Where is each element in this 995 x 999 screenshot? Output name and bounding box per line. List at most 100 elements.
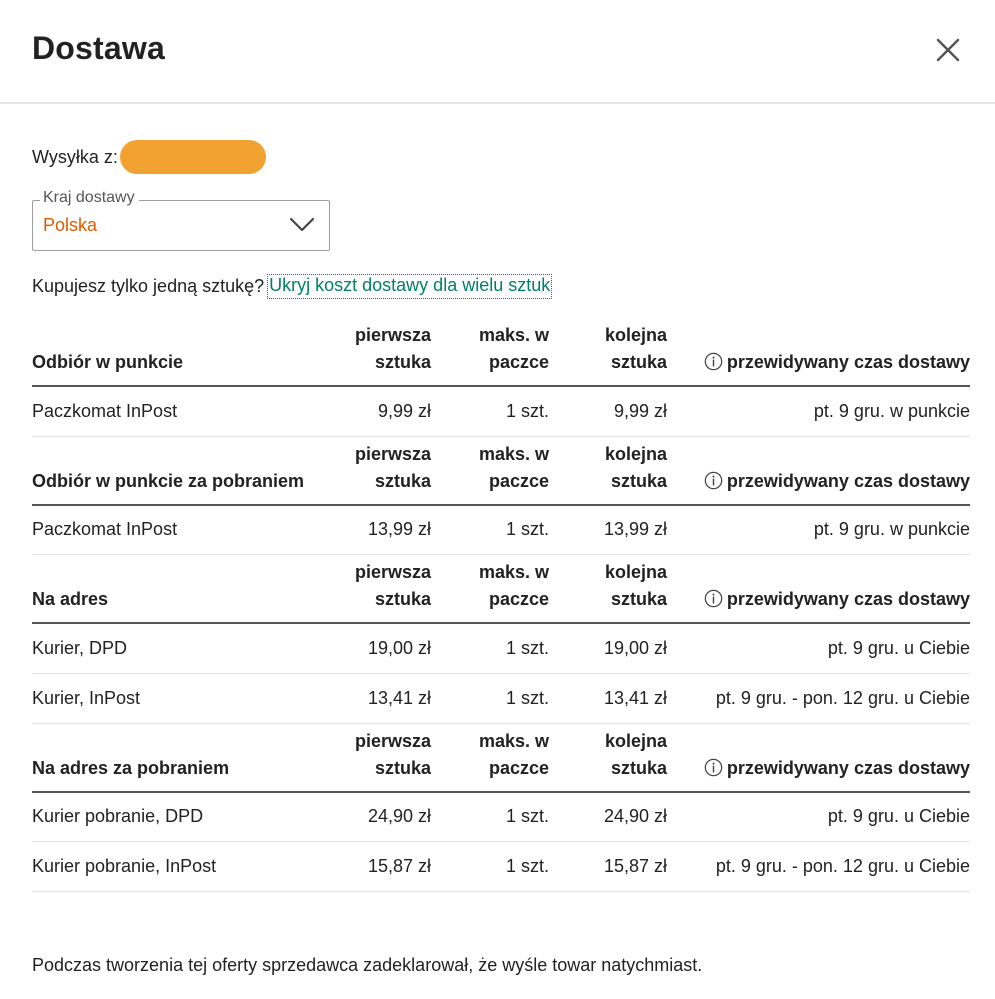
delivery-group: Odbiór w punkcie pierwsza sztuka maks. w pac… — [32, 318, 970, 437]
col-first-item-line2: sztuka — [374, 352, 431, 372]
table-row: Kurier pobranie, DPD 24,90 zł 1 szt. 24,90 … — [32, 791, 970, 842]
col-delivery-time-label: przewidywany czas dostawy — [726, 470, 970, 491]
multi-items-question: Kupujesz tylko jedną sztukę? — [32, 276, 265, 296]
col-max-pack-line2: paczce — [488, 589, 549, 609]
estimated-delivery: pt. 9 gru. w punkcie — [667, 386, 970, 437]
country-select-value: Polska — [43, 215, 98, 235]
col-max-pack-line2: paczce — [488, 757, 549, 778]
table-row: Paczkomat InPost 9,99 zł 1 szt. 9,99 zł pt. … — [32, 386, 970, 437]
group-title: Na adres za pobraniem — [32, 723, 342, 793]
max-per-package: 1 szt. — [431, 504, 549, 555]
estimated-delivery: pt. 9 gru. u Ciebie — [667, 791, 970, 842]
country-select-legend: Kraj dostawy — [40, 187, 139, 209]
next-item-price: 13,41 zł — [549, 673, 667, 724]
col-first-item: pierwsza sztuka — [342, 436, 431, 506]
group-header-row: Na adres pierwsza sztuka maks. w paczce kolej… — [32, 554, 970, 624]
estimated-delivery: pt. 9 gru. w punkcie — [667, 504, 970, 555]
col-next-item-line2: sztuka — [610, 757, 667, 778]
col-delivery-time: przewidywany czas dostawy — [667, 436, 970, 506]
footer-note: Podczas tworzenia tej oferty sprzedawca … — [32, 955, 703, 975]
col-max-pack: maks. w paczce — [431, 318, 549, 387]
group-header-row: Na adres za pobraniem pierwsza sztuka maks.… — [32, 723, 970, 793]
group-header-row: Odbiór w punkcie za pobraniem pierwsza szt… — [32, 436, 970, 506]
max-per-package: 1 szt. — [431, 791, 549, 842]
delivery-group: Na adres pierwsza sztuka maks. w paczce kolej… — [32, 554, 970, 724]
shipping-from: Wysyłka z: — [32, 140, 266, 174]
col-first-item: pierwsza sztuka — [342, 554, 431, 624]
col-max-pack-line2: paczce — [488, 352, 549, 372]
delivery-time-info[interactable] — [704, 352, 727, 372]
delivery-time-info[interactable] — [704, 758, 727, 778]
col-delivery-time-label: przewidywany czas dostawy — [726, 352, 970, 372]
carrier-name: Kurier, DPD — [32, 623, 342, 674]
col-max-pack-line1: maks. w — [478, 562, 549, 582]
table-row: Kurier, InPost 13,41 zł 1 szt. 13,41 zł pt. … — [32, 673, 970, 724]
col-next-item-line1: kolejna — [604, 443, 667, 464]
shipping-from-label: Wysyłka z: — [32, 146, 118, 167]
info-icon — [704, 352, 723, 371]
delivery-group: Na adres za pobraniem pierwsza sztuka maks.… — [32, 723, 970, 892]
carrier-name: Kurier pobranie, InPost — [32, 841, 342, 892]
table-row: Kurier pobranie, InPost 15,87 zł 1 szt. 15,… — [32, 841, 970, 892]
group-title: Na adres — [32, 554, 342, 624]
table-row: Paczkomat InPost 13,99 zł 1 szt. 13,99 zł pt… — [32, 504, 970, 555]
next-item-price: 24,90 zł — [549, 791, 667, 842]
col-max-pack: maks. w paczce — [431, 723, 549, 793]
chevron-down-icon — [289, 217, 315, 232]
info-icon — [704, 471, 723, 489]
group-title: Odbiór w punkcie — [32, 318, 342, 387]
estimated-delivery: pt. 9 gru. u Ciebie — [667, 623, 970, 674]
col-delivery-time: przewidywany czas dostawy — [667, 318, 970, 387]
info-icon — [704, 589, 723, 608]
estimated-delivery: pt. 9 gru. - pon. 12 gru. u Ciebie — [667, 673, 970, 724]
first-item-price: 19,00 zł — [342, 623, 431, 674]
group-title: Odbiór w punkcie za pobraniem — [32, 436, 342, 506]
col-first-item: pierwsza sztuka — [342, 723, 431, 793]
estimated-delivery: pt. 9 gru. - pon. 12 gru. u Ciebie — [667, 841, 970, 892]
col-first-item-line2: sztuka — [374, 757, 431, 778]
col-max-pack: maks. w paczce — [431, 554, 549, 624]
col-first-item-line2: sztuka — [374, 470, 431, 491]
dialog-title: Dostawa — [32, 30, 165, 66]
hide-multi-cost-link[interactable]: Ukryj koszt dostawy dla wielu sztuk — [267, 274, 553, 299]
max-per-package: 1 szt. — [431, 673, 549, 724]
carrier-name: Kurier pobranie, DPD — [32, 791, 342, 842]
table-row: Kurier, DPD 19,00 zł 1 szt. 19,00 zł pt. 9 g… — [32, 623, 970, 674]
max-per-package: 1 szt. — [431, 841, 549, 892]
delivery-table: Odbiór w punkcie pierwsza sztuka maks. w pac… — [32, 318, 970, 892]
next-item-price: 9,99 zł — [549, 386, 667, 437]
col-max-pack-line2: paczce — [488, 470, 549, 491]
delivery-group: Odbiór w punkcie za pobraniem pierwsza szt… — [32, 436, 970, 555]
col-next-item-line1: kolejna — [604, 325, 667, 345]
col-next-item-line2: sztuka — [610, 470, 667, 491]
col-delivery-time-label: przewidywany czas dostawy — [726, 589, 970, 609]
info-icon — [704, 758, 723, 776]
next-item-price: 19,00 zł — [549, 623, 667, 674]
col-next-item: kolejna sztuka — [549, 723, 667, 793]
col-next-item: kolejna sztuka — [549, 436, 667, 506]
col-next-item: kolejna sztuka — [549, 318, 667, 387]
col-max-pack-line1: maks. w — [478, 730, 549, 751]
col-first-item-line1: pierwsza — [354, 730, 431, 751]
first-item-price: 13,99 zł — [342, 504, 431, 555]
col-next-item-line2: sztuka — [610, 352, 667, 372]
first-item-price: 24,90 zł — [342, 791, 431, 842]
multi-items-row: Kupujesz tylko jedną sztukę? Ukryj koszt… — [32, 274, 553, 299]
group-header-row: Odbiór w punkcie pierwsza sztuka maks. w pac… — [32, 318, 970, 387]
col-first-item: pierwsza sztuka — [342, 318, 431, 387]
close-button[interactable] — [930, 32, 966, 68]
first-item-price: 13,41 zł — [342, 673, 431, 724]
first-item-price: 15,87 zł — [342, 841, 431, 892]
col-next-item: kolejna sztuka — [549, 554, 667, 624]
delivery-time-info[interactable] — [704, 471, 727, 491]
carrier-name: Kurier, InPost — [32, 673, 342, 724]
col-next-item-line1: kolejna — [604, 730, 667, 751]
next-item-price: 13,99 zł — [549, 504, 667, 555]
delivery-time-info[interactable] — [704, 589, 727, 609]
col-next-item-line1: kolejna — [604, 562, 667, 582]
max-per-package: 1 szt. — [431, 386, 549, 437]
col-first-item-line2: sztuka — [374, 589, 431, 609]
col-delivery-time-label: przewidywany czas dostawy — [726, 757, 970, 778]
col-max-pack: maks. w paczce — [431, 436, 549, 506]
col-delivery-time: przewidywany czas dostawy — [667, 723, 970, 793]
